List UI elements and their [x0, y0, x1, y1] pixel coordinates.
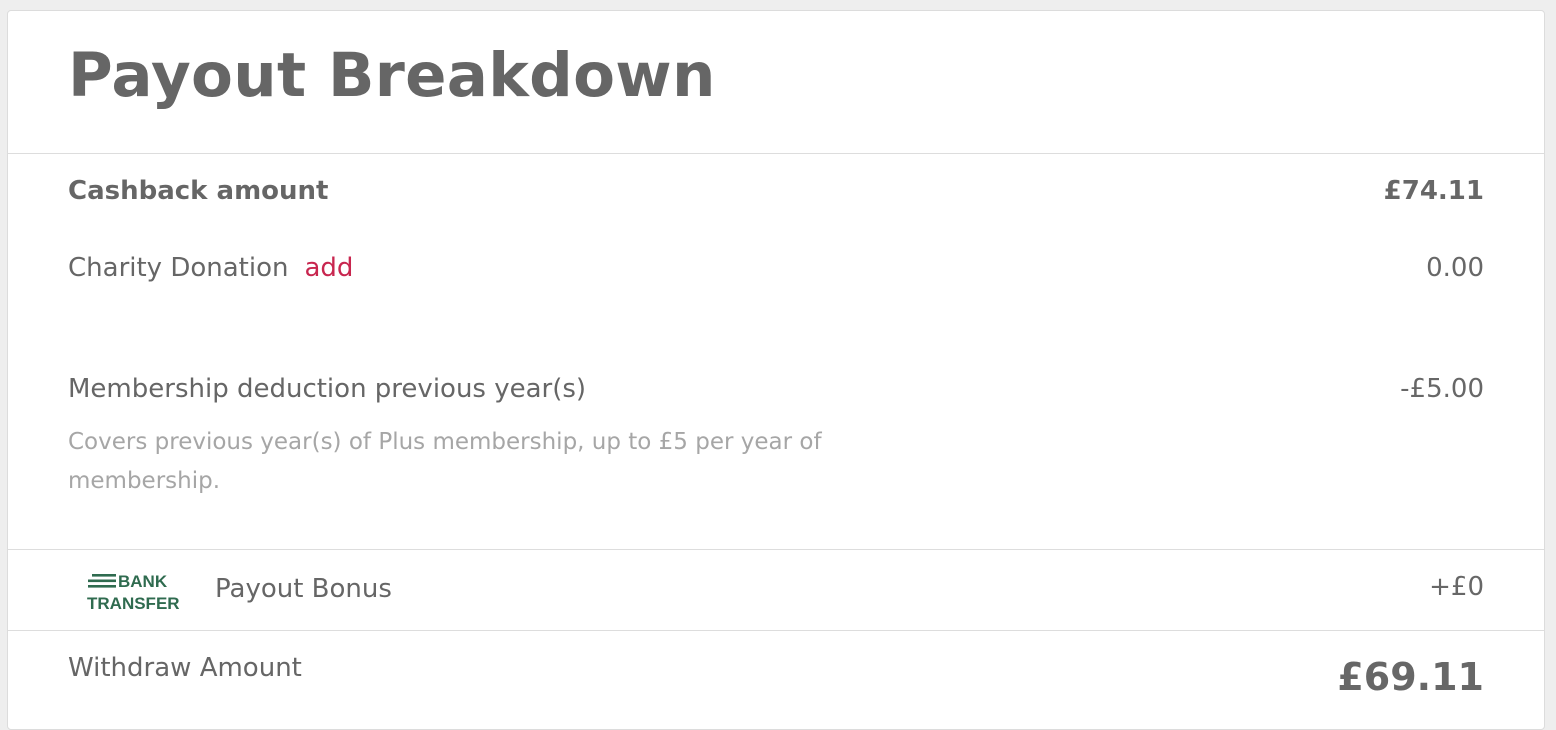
cashback-label: Cashback amount	[68, 176, 329, 206]
withdraw-amount-label: Withdraw Amount	[68, 653, 302, 683]
divider	[8, 153, 1544, 154]
payout-bonus-label: Payout Bonus	[215, 574, 392, 604]
payout-bonus-value: +£0	[1429, 572, 1484, 602]
divider	[8, 630, 1544, 631]
withdraw-amount-value: £69.11	[1337, 655, 1484, 699]
bank-transfer-logo-icon: BANK TRANSFER	[87, 572, 180, 611]
page-title: Payout Breakdown	[68, 40, 716, 111]
charity-donation-label: Charity Donation	[68, 253, 289, 283]
cashback-value: £74.11	[1383, 176, 1484, 206]
membership-deduction-value: -£5.00	[1400, 374, 1484, 404]
transfer-logo-text: TRANSFER	[87, 594, 180, 611]
divider	[8, 549, 1544, 550]
payout-breakdown-card: Payout Breakdown Cashback amount £74.11 …	[7, 10, 1545, 730]
membership-deduction-note: Covers previous year(s) of Plus membersh…	[68, 429, 822, 494]
bank-logo-text: BANK	[118, 572, 168, 591]
charity-donation-row: Charity Donation add	[68, 253, 353, 284]
charity-donation-value: 0.00	[1426, 253, 1484, 283]
membership-deduction-label: Membership deduction previous year(s)	[68, 374, 587, 404]
add-charity-link[interactable]: add	[304, 253, 353, 283]
